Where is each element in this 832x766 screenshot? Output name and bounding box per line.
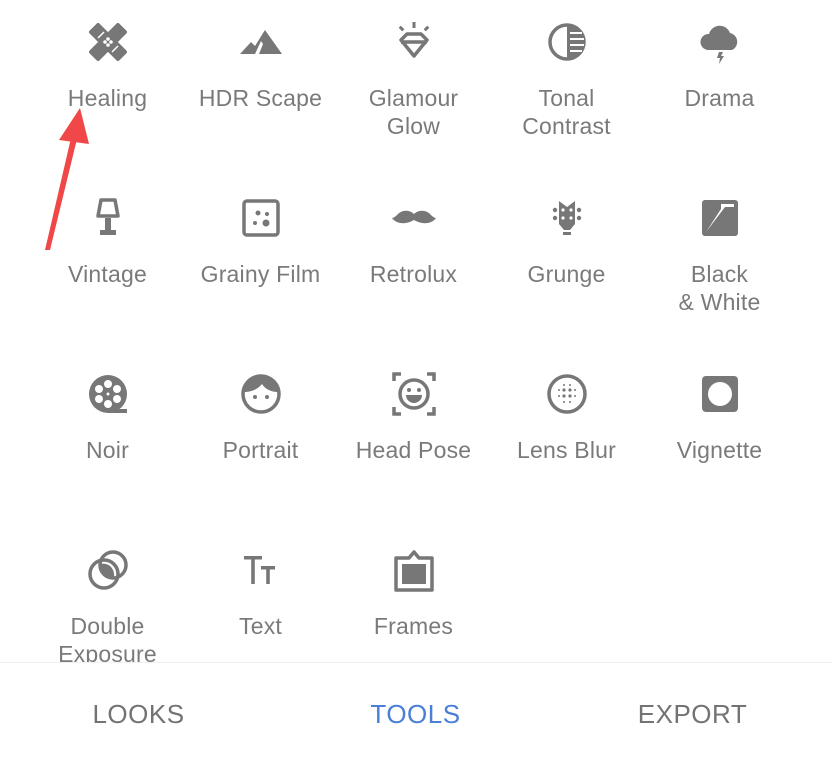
- tool-label: Frames: [373, 613, 454, 639]
- tool-label: Lens Blur: [517, 437, 616, 463]
- lens-blur-icon: [543, 370, 591, 418]
- storm-cloud-icon: [696, 18, 744, 66]
- face-icon: [237, 370, 285, 418]
- tools-grid: Healing HDR Scape Glamour Glow Tonal Con…: [0, 0, 832, 662]
- tool-label: Glamour Glow: [368, 85, 459, 139]
- tool-label: Healing: [67, 85, 148, 111]
- black-white-icon: [696, 194, 744, 242]
- tool-label: Text: [239, 613, 282, 639]
- film-reel-icon: [84, 370, 132, 418]
- face-frame-icon: [390, 370, 438, 418]
- bandage-icon: [84, 18, 132, 66]
- tool-label: Portrait: [222, 437, 299, 463]
- tool-label: HDR Scape: [198, 85, 323, 111]
- tool-label: Vintage: [68, 261, 147, 287]
- frame-icon: [390, 546, 438, 594]
- tool-label: Head Pose: [355, 437, 472, 463]
- grain-dots-icon: [237, 194, 285, 242]
- text-icon: [237, 546, 285, 594]
- bottom-tab-bar: LOOKS TOOLS EXPORT: [0, 662, 832, 766]
- tool-label: Double Exposure: [58, 613, 157, 662]
- tonal-circle-icon: [543, 18, 591, 66]
- tool-label: Black & White: [678, 261, 761, 315]
- tool-label: Drama: [684, 85, 755, 111]
- guitar-head-icon: [543, 194, 591, 242]
- tab-tools[interactable]: TOOLS: [277, 663, 554, 766]
- tool-label: Retrolux: [369, 261, 458, 287]
- mustache-icon: [390, 194, 438, 242]
- tool-label: Tonal Contrast: [522, 85, 611, 139]
- double-exposure-icon: [84, 546, 132, 594]
- tool-label: Grainy Film: [200, 261, 321, 287]
- tool-label: Vignette: [676, 437, 763, 463]
- vignette-icon: [696, 370, 744, 418]
- tool-label: Grunge: [527, 261, 606, 287]
- tool-label: Noir: [86, 437, 129, 463]
- tab-export[interactable]: EXPORT: [554, 663, 831, 766]
- lamp-icon: [84, 194, 132, 242]
- diamond-icon: [390, 18, 438, 66]
- tab-looks[interactable]: LOOKS: [0, 663, 277, 766]
- mountains-icon: [237, 18, 285, 66]
